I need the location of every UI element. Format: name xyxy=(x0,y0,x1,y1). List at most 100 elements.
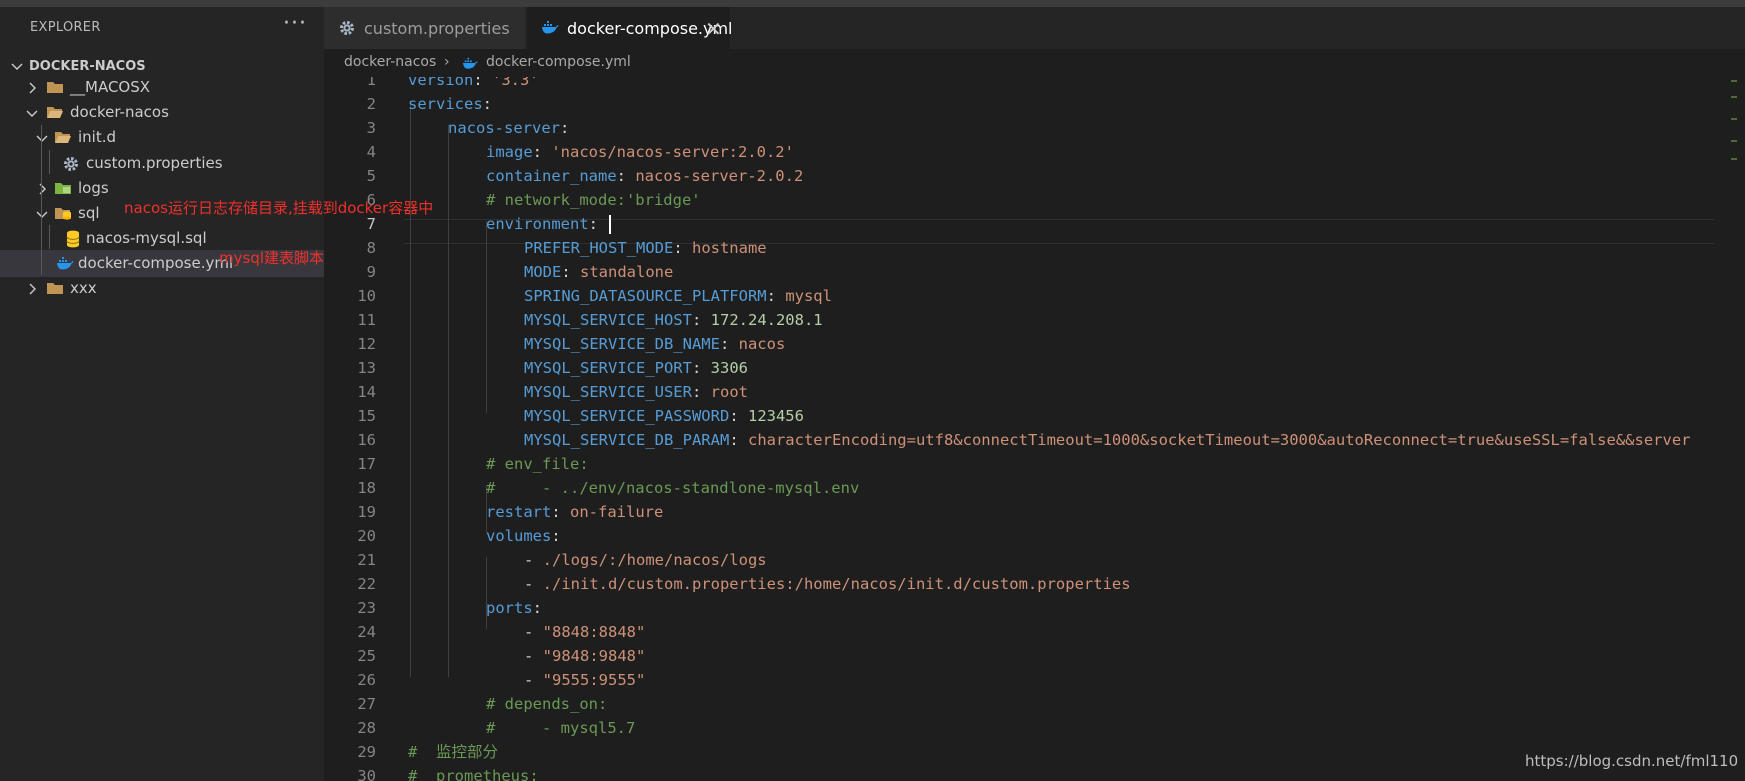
code-line-20: 20 volumes: xyxy=(324,524,1745,548)
tree-item-init-d[interactable]: init.d xyxy=(0,124,324,151)
chevron-down-icon xyxy=(26,110,38,117)
yaml-colon: : xyxy=(482,95,492,113)
line-number: 21 xyxy=(357,551,376,569)
tree-item-label: docker-nacos xyxy=(70,103,169,121)
yaml-value: nacos xyxy=(738,335,786,353)
yaml-value: "9555:9555" xyxy=(542,671,646,689)
yaml-comment: # - mysql5.7 xyxy=(486,719,636,737)
yaml-colon: : xyxy=(719,335,739,353)
indent-guide xyxy=(49,225,50,249)
tree-item-xxx[interactable]: xxx xyxy=(0,275,324,302)
line-number: 29 xyxy=(357,743,376,761)
explorer-header: EXPLORER ··· xyxy=(0,7,324,47)
yaml-key: MYSQL_SERVICE_PORT xyxy=(524,359,692,377)
code-line-4: 4 image: 'nacos/nacos-server:2.0.2' xyxy=(324,140,1745,164)
gear-icon xyxy=(340,21,354,35)
line-number: 8 xyxy=(366,239,376,257)
yaml-colon: : xyxy=(729,407,748,425)
yaml-colon: : xyxy=(559,119,570,137)
yaml-value: 123456 xyxy=(747,407,804,425)
more-actions-button[interactable]: ··· xyxy=(283,11,307,36)
yaml-key: MYSQL_SERVICE_DB_NAME xyxy=(524,335,720,353)
code-line-24: 24 - "8848:8848" xyxy=(324,620,1745,644)
breadcrumb: docker-nacos › docker-compose.yml xyxy=(324,49,1745,77)
chevron-right-icon xyxy=(29,82,36,94)
line-number: 3 xyxy=(366,119,376,137)
chevron-down-icon xyxy=(11,63,23,70)
docker-whale-icon xyxy=(463,57,478,69)
minimap[interactable] xyxy=(1727,77,1745,781)
line-number: 6 xyxy=(366,191,376,209)
indent-guide xyxy=(49,150,50,174)
yaml-colon: : xyxy=(532,143,552,161)
yaml-key: environment xyxy=(486,215,589,233)
yaml-key: MYSQL_SERVICE_PASSWORD xyxy=(524,407,730,425)
folder-icon xyxy=(47,283,63,294)
tree-item-label: custom.properties xyxy=(86,154,223,172)
yaml-key: restart xyxy=(486,503,552,521)
tab-docker-compose-yml[interactable]: docker-compose.yml ✕ xyxy=(527,7,733,49)
tree-item-label: nacos-mysql.sql xyxy=(86,229,207,247)
breadcrumb-folder[interactable]: docker-nacos xyxy=(344,54,436,70)
yaml-value: characterEncoding=utf8&connectTimeout=10… xyxy=(747,431,1691,449)
database-folder-icon xyxy=(55,208,71,220)
code-line-1: 1 version: '3.3' xyxy=(324,77,1745,92)
line-number: 1 xyxy=(366,77,376,89)
tree-item-label: __MACOSX xyxy=(70,78,151,96)
code-line-22: 22 - ./init.d/custom.properties:/home/nac… xyxy=(324,572,1745,596)
code-line-6: 6 # network_mode:'bridge' xyxy=(324,188,1745,212)
yaml-value: root xyxy=(710,383,748,401)
yaml-dash: - xyxy=(524,671,543,689)
tab-custom-properties[interactable]: custom.properties xyxy=(324,7,525,49)
yaml-comment: # - ../env/nacos-standlone-mysql.env xyxy=(486,479,860,497)
text-cursor xyxy=(609,215,612,234)
tree-item-label: docker-compose.yml xyxy=(78,254,234,272)
line-number: 5 xyxy=(366,167,376,185)
line-number: 7 xyxy=(366,215,376,233)
chevron-right-icon xyxy=(39,183,46,195)
breadcrumb-file[interactable]: docker-compose.yml xyxy=(486,54,631,70)
line-number: 30 xyxy=(357,767,376,781)
code-line-17: 17 # env_file: xyxy=(324,452,1745,476)
line-number: 19 xyxy=(357,503,376,521)
yaml-value: on-failure xyxy=(570,503,664,521)
line-number: 11 xyxy=(357,311,376,329)
database-icon xyxy=(66,230,80,248)
code-line-3: 3 nacos-server: xyxy=(324,116,1745,140)
code-line-15: 15 MYSQL_SERVICE_PASSWORD: 123456 xyxy=(324,404,1745,428)
yaml-colon: : xyxy=(691,359,711,377)
yaml-key: nacos-server xyxy=(448,119,560,137)
yaml-dash: - xyxy=(524,575,543,593)
tree-item-docker-nacos[interactable]: docker-nacos xyxy=(0,99,324,126)
yaml-comment: # prometheus: xyxy=(408,767,539,781)
yaml-colon: : xyxy=(532,599,543,617)
yaml-colon: : xyxy=(588,215,608,233)
line-number: 20 xyxy=(357,527,376,545)
docker-whale-icon xyxy=(542,21,559,34)
yaml-key: SPRING_DATASOURCE_PLATFORM xyxy=(524,287,767,305)
tree-item-macosx[interactable]: __MACOSX xyxy=(0,74,324,101)
code-line-23: 23 ports: xyxy=(324,596,1745,620)
yaml-value: '3.3' xyxy=(492,77,539,89)
code-editor[interactable]: 1 version: '3.3' 2 services: 3 nacos-server… xyxy=(324,77,1745,781)
tree-item-label: xxx xyxy=(70,279,97,297)
yaml-colon: : xyxy=(691,383,711,401)
line-number: 17 xyxy=(357,455,376,473)
yaml-key: MODE xyxy=(524,263,562,281)
line-number: 14 xyxy=(357,383,376,401)
minimap-mark xyxy=(1731,158,1737,160)
yaml-value: "8848:8848" xyxy=(542,623,646,641)
yaml-colon: : xyxy=(766,287,786,305)
yaml-key: MYSQL_SERVICE_DB_PARAM xyxy=(524,431,730,449)
yaml-comment: # env_file: xyxy=(486,455,589,473)
code-line-10: 10 SPRING_DATASOURCE_PLATFORM: mysql xyxy=(324,284,1745,308)
line-number: 9 xyxy=(366,263,376,281)
line-number: 24 xyxy=(357,623,376,641)
yaml-comment: # network_mode:'bridge' xyxy=(486,191,701,209)
chevron-right-icon: › xyxy=(444,54,450,70)
line-number: 25 xyxy=(357,647,376,665)
line-number: 18 xyxy=(357,479,376,497)
line-number: 16 xyxy=(357,431,376,449)
close-icon[interactable]: ✕ xyxy=(705,17,722,41)
code-line-21: 21 - ./logs/:/home/nacos/logs xyxy=(324,548,1745,572)
